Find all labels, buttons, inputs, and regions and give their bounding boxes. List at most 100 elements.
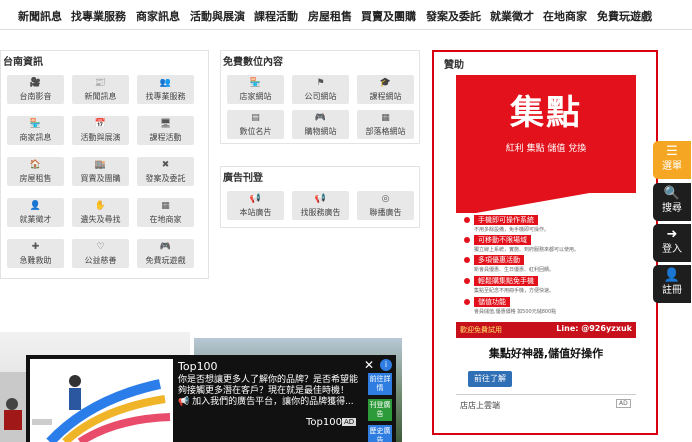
gamepad-icon: 🎮: [159, 242, 172, 252]
tile-tainan-6[interactable]: 🏠 房屋租售: [7, 157, 64, 186]
bullet-dot-icon: [464, 257, 470, 263]
side-menu-add-user[interactable]: 👤 註冊: [653, 265, 691, 303]
shop-icon: 🏬: [94, 160, 107, 170]
side-menu-login[interactable]: ➜ 登入: [653, 224, 691, 262]
nav-item[interactable]: 房屋租售: [308, 8, 352, 24]
ad-line-id: Line: @926yzxuk: [556, 324, 632, 333]
tile-tainan-3[interactable]: 🏪 商家訊息: [7, 116, 64, 145]
ad-advertiser[interactable]: 店店上雲端: [460, 400, 500, 411]
tile-label: 商家訊息: [19, 133, 52, 142]
top-navigation: 新聞訊息 找專業服務 商家訊息 活動與展演 課程活動 房屋租售 買賣及團購 發案及委託 就業徵才…: [0, 0, 692, 30]
ad-feature-title: 輕鬆購集點免手機: [474, 276, 538, 286]
aid-icon: ✚: [31, 242, 40, 252]
learn-more-button[interactable]: 前往了解: [468, 371, 512, 387]
tile-label: 本站廣告: [239, 208, 272, 217]
tile-label: 急難救助: [19, 256, 52, 265]
tile-tainan-0[interactable]: 🎥 台南影音: [7, 75, 64, 104]
menu-icon: ☰: [666, 144, 678, 159]
tile-tainan-9[interactable]: 👤 就業徵才: [7, 198, 64, 227]
add-user-icon: 👤: [663, 268, 681, 283]
section-title: 廣告刊登: [223, 173, 263, 184]
nav-item[interactable]: 課程活動: [254, 8, 298, 24]
tile-digital-2[interactable]: 🎓 課程網站: [357, 75, 414, 104]
tile-tainan-4[interactable]: 📅 活動與展演: [72, 116, 129, 145]
sponsor-ad-image[interactable]: 集點 紅利 集點 儲值 兌換 歡迎免費試用 Line: @926yzxuk 集點…: [456, 75, 636, 393]
nav-item[interactable]: 發案及委託: [426, 8, 481, 24]
tile-label: 聯播廣告: [369, 208, 402, 217]
ad-feature-desc: 不用多餘設備，免手機即可操作。: [474, 227, 550, 233]
ad-listing-section: 廣告刊登 📢 本站廣告 📢 找服務廣告 ◎ 聯播廣告: [220, 166, 420, 228]
people-icon: 👥: [159, 78, 172, 88]
popup-tag-button[interactable]: 刊登廣告: [368, 399, 392, 421]
nav-item[interactable]: 商家訊息: [136, 8, 180, 24]
tile-tainan-7[interactable]: 🏬 買賣及團購: [72, 157, 129, 186]
tile-digital-5[interactable]: ▦ 部落格網站: [357, 110, 414, 139]
side-menu-search[interactable]: 🔍 搜尋: [653, 183, 691, 221]
tile-label: 在地商家: [149, 215, 182, 224]
person-icon: 👤: [29, 201, 42, 211]
tile-tainan-11[interactable]: ▦ 在地商家: [137, 198, 194, 227]
ad-sub-text: 紅利 集點 儲值 兌換: [505, 144, 587, 154]
side-menu-menu[interactable]: ☰ 選單: [653, 141, 691, 179]
nav-item[interactable]: 買賣及團購: [361, 8, 416, 24]
nav-item[interactable]: 在地商家: [543, 8, 587, 24]
popup-tag-button[interactable]: 前往詳情: [368, 373, 392, 395]
tile-digital-0[interactable]: 🏪 店家網站: [227, 75, 284, 104]
bullet-dot-icon: [464, 278, 470, 284]
house-icon: 🏠: [29, 160, 42, 170]
section-title: 免費數位內容: [223, 57, 283, 68]
bullet-dot-icon: [464, 217, 470, 223]
tile-tainan-8[interactable]: ✖ 發案及委託: [137, 157, 194, 186]
tile-ads-1[interactable]: 📢 找服務廣告: [292, 191, 349, 220]
tile-tainan-2[interactable]: 👥 找專業服務: [137, 75, 194, 104]
ad-feature-title: 可移動不限場域: [474, 235, 531, 245]
tile-tainan-5[interactable]: 🖥 課程活動: [137, 116, 194, 145]
nav-item[interactable]: 就業徵才: [490, 8, 534, 24]
bullet-dot-icon: [464, 299, 470, 305]
tools-icon: ✖: [161, 160, 170, 170]
tainan-info-section: 台南資訊 🎥 台南影音 📰 新聞訊息 👥 找專業服務 🏪 商家訊息 📅 活動與展演 🖥 課程活動 🏠 房屋…: [0, 50, 209, 279]
tile-tainan-14[interactable]: 🎮 免費玩遊戲: [137, 239, 194, 268]
megaphone-icon: 📢: [249, 194, 262, 204]
tile-label: 課程活動: [149, 133, 182, 142]
screen-icon: 🖥: [159, 119, 172, 129]
tile-label: 新聞訊息: [84, 92, 117, 101]
nav-item[interactable]: 活動與展演: [190, 8, 245, 24]
ad-feature-desc: 集點至紀念不用冊手機，方便快速。: [474, 288, 555, 294]
search-icon: 🔍: [663, 186, 681, 201]
popup-tag-button[interactable]: 歷史廣告: [368, 425, 392, 442]
ad-popup[interactable]: Top100 你是否想讓更多人了解你的品牌？是否希望能夠接觸更多潛在客戶？現在就…: [26, 355, 396, 442]
target-icon: ◎: [381, 194, 390, 204]
tile-ads-0[interactable]: 📢 本站廣告: [227, 191, 284, 220]
nav-item[interactable]: 免費玩遊戲: [597, 8, 652, 24]
tile-tainan-13[interactable]: ♡ 公益慈善: [72, 239, 129, 268]
tile-label: 就業徵才: [19, 215, 52, 224]
nav-item[interactable]: 新聞訊息: [18, 8, 62, 24]
tile-label: 數位名片: [239, 127, 272, 136]
tile-digital-3[interactable]: ▤ 數位名片: [227, 110, 284, 139]
ad-feature-title: 儲值功能: [474, 297, 510, 307]
heart-icon: ♡: [96, 242, 105, 252]
ad-big-text: 集點: [510, 93, 582, 133]
tile-label: 找專業服務: [145, 92, 186, 101]
popup-text: 你是否想讓更多人了解你的品牌？是否希望能夠接觸更多潛在客戶？現在就是最佳時機！📢…: [178, 375, 359, 407]
tile-label: 活動與展演: [80, 133, 121, 142]
tile-tainan-1[interactable]: 📰 新聞訊息: [72, 75, 129, 104]
store-icon: 🏪: [29, 119, 42, 129]
megaphone-icon: 📢: [314, 194, 327, 204]
tile-digital-4[interactable]: 🎮 購物網站: [292, 110, 349, 139]
tile-digital-1[interactable]: ⚑ 公司網站: [292, 75, 349, 104]
info-icon[interactable]: i: [380, 359, 392, 371]
flag-icon: ⚑: [316, 78, 325, 88]
grid-icon: ▦: [161, 201, 170, 211]
tile-label: 公司網站: [304, 92, 337, 101]
gamepad-icon: 🎮: [314, 113, 327, 123]
popup-ad-badge: AD: [342, 418, 357, 426]
close-icon[interactable]: ✕: [364, 358, 374, 372]
nav-item[interactable]: 找專業服務: [71, 8, 126, 24]
tile-ads-2[interactable]: ◎ 聯播廣告: [357, 191, 414, 220]
tile-tainan-10[interactable]: ✋ 遺失及尋找: [72, 198, 129, 227]
tile-label: 台南影音: [19, 92, 52, 101]
tile-label: 部落格網站: [365, 127, 406, 136]
tile-tainan-12[interactable]: ✚ 急難救助: [7, 239, 64, 268]
